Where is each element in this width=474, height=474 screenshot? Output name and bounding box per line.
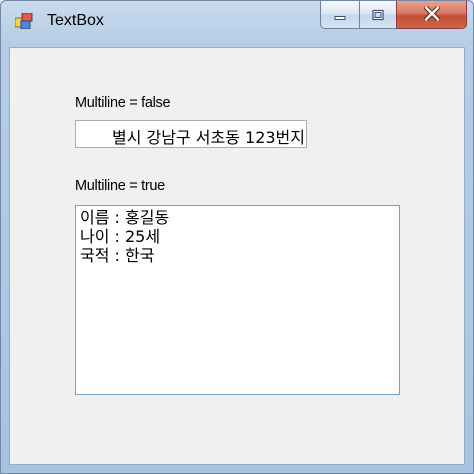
form-client-area: Multiline = false 별시 강남구 서초동 123번지 Multi… xyxy=(9,47,465,465)
title-bar[interactable]: TextBox xyxy=(1,1,473,41)
app-window-icon[interactable] xyxy=(14,12,33,30)
text-line: 이름 : 홍길동 xyxy=(80,208,170,227)
minimize-icon xyxy=(334,5,346,24)
minimize-button[interactable] xyxy=(320,1,360,29)
single-line-textbox[interactable]: 별시 강남구 서초동 123번지 xyxy=(75,120,307,148)
maximize-icon xyxy=(372,5,384,24)
close-icon xyxy=(423,4,440,24)
close-button[interactable] xyxy=(396,1,467,29)
app-window: TextBox Multiline = false 별시 강남구 서초동 123… xyxy=(0,0,474,474)
label-multiline-true: Multiline = true xyxy=(75,178,165,194)
text-line: 국적 : 한국 xyxy=(80,246,155,265)
single-line-text: 별시 강남구 서초동 123번지 xyxy=(112,128,305,147)
label-multiline-false: Multiline = false xyxy=(75,95,171,111)
maximize-button[interactable] xyxy=(359,1,397,29)
window-title: TextBox xyxy=(47,12,104,29)
multi-line-textbox[interactable]: 이름 : 홍길동 나이 : 25세 국적 : 한국 xyxy=(75,205,400,395)
text-line: 나이 : 25세 xyxy=(80,227,161,246)
